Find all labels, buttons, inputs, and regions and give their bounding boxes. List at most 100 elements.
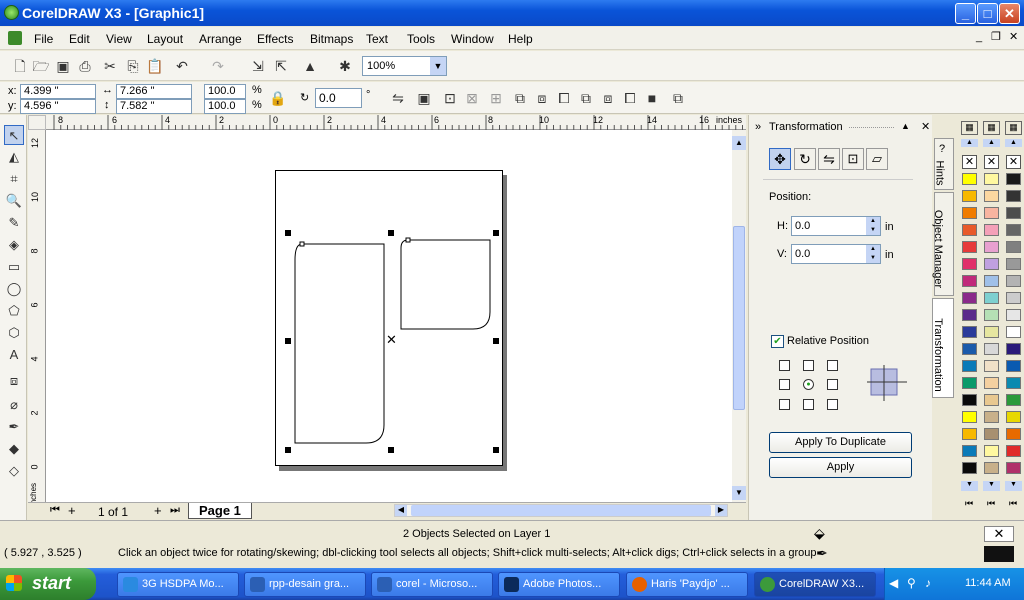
menu-edit[interactable]: Edit [69,32,90,46]
tab-hints[interactable]: ? Hints [934,138,954,190]
page-tab[interactable]: Page 1 [188,503,252,519]
color-swatch[interactable] [984,394,999,406]
scroll-right-icon[interactable]: ▶ [715,505,727,516]
last-page-icon[interactable]: ⏭ [170,504,180,517]
task-item[interactable]: corel - Microso... [371,572,493,597]
new-icon[interactable]: 🗋 [10,56,30,76]
selection-handle[interactable] [388,447,394,453]
application-launcher-icon[interactable]: ▲ [300,56,320,76]
color-swatch[interactable] [962,173,977,185]
ruler-origin[interactable] [28,115,46,130]
first-page-icon[interactable]: ⏮ [50,504,60,517]
rotate-mode-icon[interactable]: ↻ [794,148,816,170]
paste-icon[interactable]: 📋 [145,56,165,76]
chevron-down-icon[interactable]: ▼ [430,57,446,75]
rectangle-tool-icon[interactable]: ▭ [4,257,24,277]
ellipse-tool-icon[interactable]: ◯ [4,279,24,299]
text-tool-icon[interactable]: A [4,345,24,365]
horizontal-scroll-thumb[interactable] [411,505,711,516]
color-swatch[interactable] [1006,360,1021,372]
task-item[interactable]: 3G HSDPA Mo... [117,572,239,597]
color-swatch[interactable] [1006,343,1021,355]
minimize-button[interactable]: _ [955,3,976,24]
tab-object-manager[interactable]: Object Manager [932,192,954,296]
color-swatch[interactable] [984,360,999,372]
color-swatch[interactable] [1006,173,1021,185]
open-icon[interactable]: 🗁 [31,56,51,76]
selection-handle[interactable] [493,447,499,453]
fill-tool-icon[interactable]: ◆ [4,439,24,459]
task-item[interactable]: Haris 'Paydjo' ... [626,572,748,597]
group-icon[interactable]: ▣ [414,88,434,108]
color-swatch[interactable] [1006,377,1021,389]
task-item-active[interactable]: CorelDRAW X3... [754,572,876,597]
color-swatch[interactable] [1006,292,1021,304]
palette-scroll-down-icon[interactable]: ▼ [1005,481,1022,491]
color-swatch[interactable] [984,343,999,355]
selection-handle[interactable] [388,230,394,236]
skew-mode-icon[interactable]: ▱ [866,148,888,170]
color-swatch[interactable] [984,258,999,270]
outline-pen-icon[interactable]: ✒ [816,545,828,562]
selection-handle[interactable] [285,447,291,453]
color-swatch[interactable] [1006,309,1021,321]
color-swatch[interactable] [984,241,999,253]
color-swatch[interactable] [1006,224,1021,236]
start-button[interactable]: start [0,568,96,600]
scale-x-field[interactable]: 100.0 [204,84,246,99]
relative-position-checkbox[interactable]: ✔ [771,335,784,348]
v-position-spinbox[interactable]: 0.0 ▲ ▼ [791,244,881,264]
zoom-combo[interactable]: 100% ▼ [362,56,447,76]
color-swatch[interactable] [1006,275,1021,287]
anchor-center[interactable]: ● [803,379,814,390]
color-swatch[interactable] [1006,445,1021,457]
polygon-tool-icon[interactable]: ⬠ [4,301,24,321]
docker-close-icon[interactable]: ✕ [921,120,930,133]
apply-button[interactable]: Apply [769,457,912,478]
menu-layout[interactable]: Layout [147,32,183,46]
freehand-tool-icon[interactable]: ✎ [4,213,24,233]
outline-tool-icon[interactable]: ✒ [4,417,24,437]
spin-up-icon[interactable]: ▲ [866,217,880,226]
color-swatch[interactable] [962,241,977,253]
palette-menu-icon[interactable]: ▦ [961,121,978,135]
anchor-top-center[interactable] [803,360,814,371]
color-swatch[interactable] [984,190,999,202]
no-color-swatch[interactable]: ✕ [1006,155,1021,169]
menu-view[interactable]: View [106,32,132,46]
menu-bitmaps[interactable]: Bitmaps [310,32,353,46]
network-icon[interactable]: ⚲ [907,576,916,590]
horizontal-ruler[interactable]: 8 6 4 2 0 2 4 6 8 10 12 14 16 inches [46,115,746,130]
menu-help[interactable]: Help [508,32,533,46]
horizontal-scrollbar[interactable]: ◀ ▶ [394,504,728,517]
interactive-blend-tool-icon[interactable]: ⧈ [4,371,24,391]
selection-handle[interactable] [493,338,499,344]
trim-icon[interactable]: ⧈ [532,88,552,108]
anchor-bottom-right[interactable] [827,399,838,410]
color-swatch[interactable] [984,275,999,287]
zoom-tool-icon[interactable]: 🔍 [4,191,24,211]
no-color-swatch[interactable]: ✕ [962,155,977,169]
selection-handle[interactable] [493,230,499,236]
no-color-swatch[interactable]: ✕ [984,155,999,169]
copy-icon[interactable]: ⎘ [123,56,143,76]
add-page-after-icon[interactable]: + [154,503,162,518]
center-mark-icon[interactable]: ✕ [386,332,397,348]
ungroup-icon[interactable]: ⊡ [440,88,460,108]
color-swatch[interactable] [984,445,999,457]
color-swatch[interactable] [962,343,977,355]
color-swatch[interactable] [984,173,999,185]
add-page-before-icon[interactable]: + [68,503,76,518]
color-swatch[interactable] [962,190,977,202]
color-swatch[interactable] [984,462,999,474]
color-swatch[interactable] [984,377,999,389]
scroll-left-icon[interactable]: ◀ [395,505,407,516]
redo-icon[interactable]: ↷ [208,56,228,76]
spin-up-icon[interactable]: ▲ [866,245,880,254]
volume-icon[interactable]: ♪ [925,576,931,590]
color-swatch[interactable] [962,207,977,219]
palette-expand-icon[interactable]: ⏮ [965,498,973,509]
color-swatch[interactable] [1006,411,1021,423]
anchor-bottom-left[interactable] [779,399,790,410]
combine-icon[interactable]: ⊞ [486,88,506,108]
